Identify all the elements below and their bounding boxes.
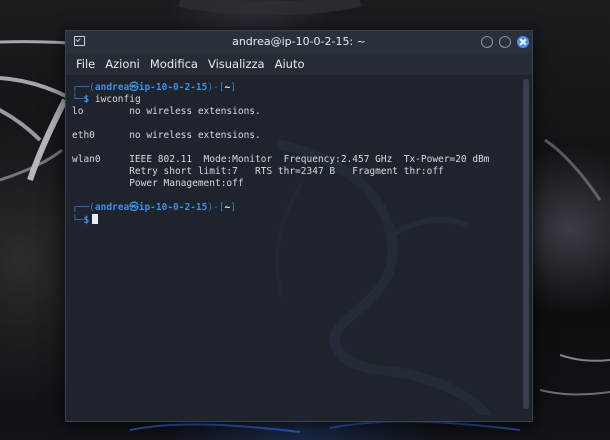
prompt-dollar: $: [83, 215, 90, 226]
prompt-line-1: ┌──(andrea㉿ip-10-0-2-15)-[~]: [72, 82, 236, 94]
terminal-area[interactable]: ┌──(andrea㉿ip-10-0-2-15)-[~] └─$ iwconfi…: [66, 75, 532, 421]
prompt-branch: └─: [72, 94, 84, 105]
title-bar[interactable]: andrea@ip-10-0-2-15: ~: [66, 31, 532, 53]
scrollbar[interactable]: [523, 79, 529, 417]
prompt-bracket-close: ]: [230, 82, 237, 93]
prompt-host: ip-10-0-2-15: [138, 82, 208, 93]
window-title: andrea@ip-10-0-2-15: ~: [232, 35, 366, 48]
prompt-at-symbol: ㉿: [129, 202, 139, 213]
command-text: iwconfig: [94, 94, 141, 105]
prompt-line-2: ┌──(andrea㉿ip-10-0-2-15)-[~]: [72, 202, 236, 214]
scrollbar-thumb[interactable]: [523, 79, 529, 409]
menu-file[interactable]: File: [72, 53, 99, 75]
output-line: lo no wireless extensions.: [72, 106, 261, 117]
menu-bar: File Azioni Modifica Visualizza Aiuto: [66, 53, 532, 75]
terminal-window[interactable]: andrea@ip-10-0-2-15: ~ File Azioni Modif…: [65, 30, 533, 422]
command-line-2[interactable]: └─$: [72, 214, 99, 226]
prompt-bracket-close: ]: [230, 202, 237, 213]
menu-visualizza[interactable]: Visualizza: [204, 53, 269, 75]
close-button[interactable]: [517, 36, 529, 48]
prompt-at-symbol: ㉿: [129, 82, 139, 93]
prompt-user: andrea: [94, 82, 130, 93]
output-line: eth0 no wireless extensions.: [72, 130, 261, 141]
maximize-button[interactable]: [499, 36, 511, 48]
prompt-host: ip-10-0-2-15: [138, 202, 208, 213]
menu-aiuto[interactable]: Aiuto: [271, 53, 309, 75]
prompt-separator: )-[: [207, 202, 225, 213]
prompt-frame: ┌──(: [72, 202, 95, 213]
menu-azioni[interactable]: Azioni: [101, 53, 144, 75]
output-line: Power Management:off: [72, 178, 244, 189]
menu-modifica[interactable]: Modifica: [146, 53, 202, 75]
command-line-1: └─$ iwconfig: [72, 94, 141, 106]
prompt-branch: └─: [72, 215, 84, 226]
prompt-frame: ┌──(: [72, 82, 95, 93]
output-line: Retry short limit:7 RTS thr=2347 B Fragm…: [72, 166, 444, 177]
prompt-dollar: $: [83, 94, 90, 105]
prompt-separator: )-[: [207, 82, 225, 93]
text-cursor: [92, 214, 99, 224]
prompt-user: andrea: [94, 202, 130, 213]
output-line: wlan0 IEEE 802.11 Mode:Monitor Frequency…: [72, 154, 490, 165]
minimize-button[interactable]: [481, 36, 493, 48]
